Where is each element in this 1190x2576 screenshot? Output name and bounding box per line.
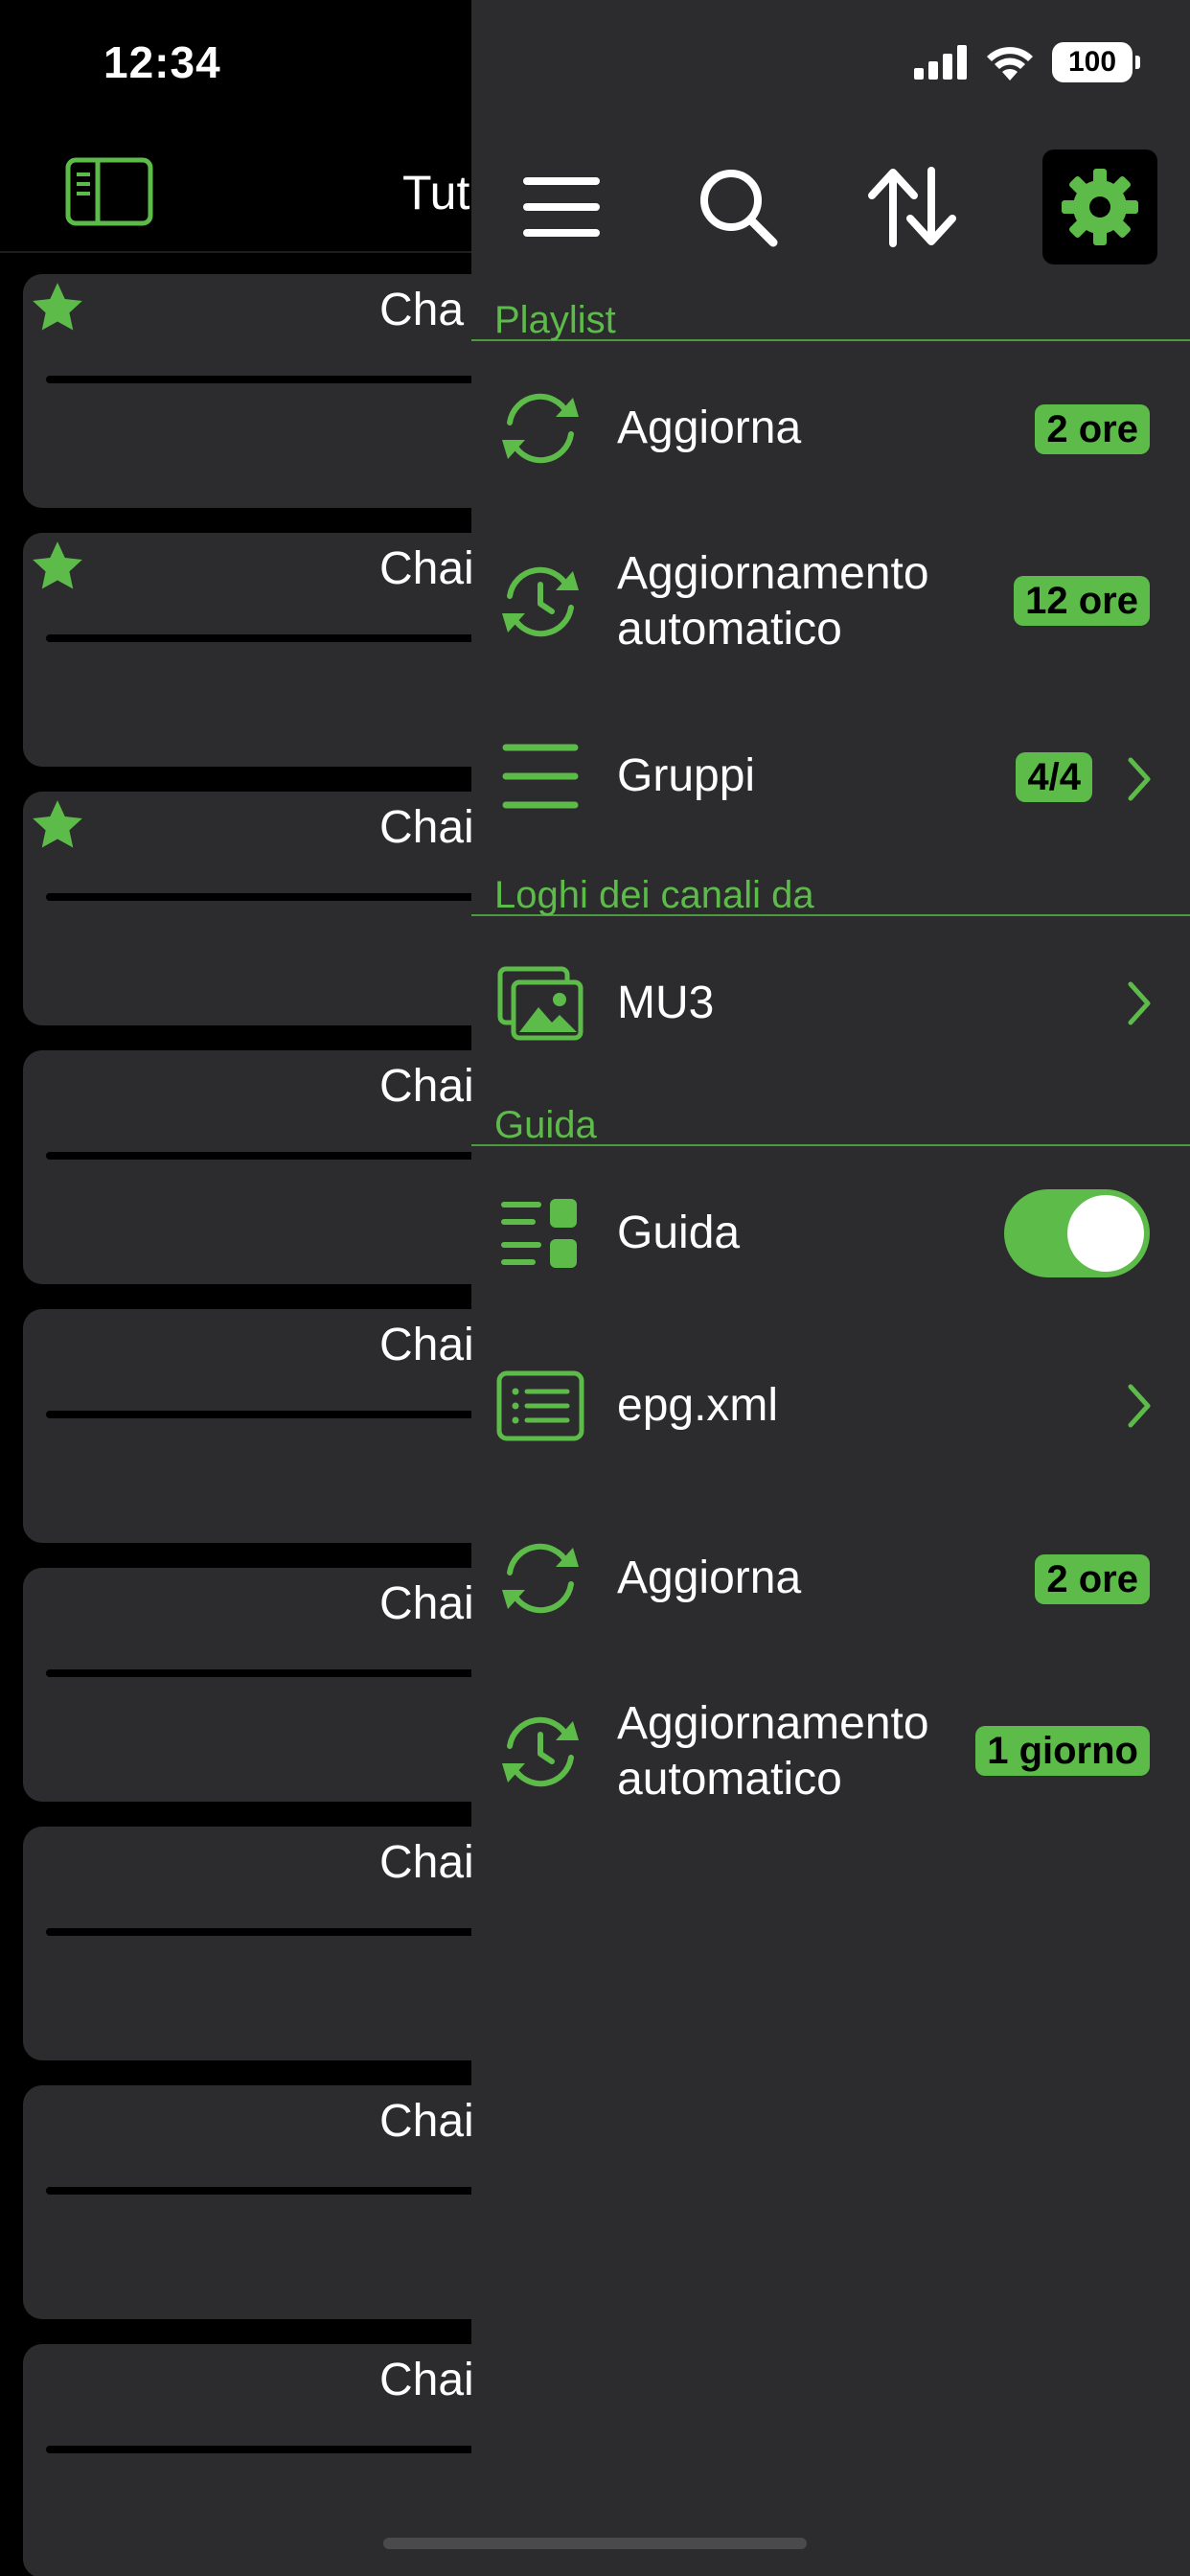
logo-source-row[interactable]: MU3 — [471, 932, 1190, 1075]
menu-button[interactable] — [504, 150, 619, 264]
settings-button[interactable] — [1042, 150, 1157, 264]
channel-name: Chai — [379, 1578, 474, 1629]
favorite-star-icon — [33, 283, 82, 331]
auto-refresh-icon — [496, 558, 584, 646]
row-label: Guida — [617, 1208, 741, 1258]
sidebar-toggle-button[interactable] — [65, 157, 153, 231]
status-time: 12:34 — [103, 37, 221, 87]
refresh-icon — [496, 1534, 584, 1622]
auto-refresh-icon — [496, 1708, 584, 1796]
row-label: MU3 — [617, 978, 715, 1028]
section-header-guide: Guida — [471, 1098, 1190, 1146]
row-label: epg.xml — [617, 1380, 779, 1431]
playlist-groups-row[interactable]: Gruppi 4/4 — [471, 704, 1190, 848]
channel-name: Chai — [379, 1061, 474, 1112]
list-icon — [496, 732, 584, 820]
playlist-refresh-row[interactable]: Aggiorna 2 ore — [471, 356, 1190, 500]
guide-refresh-row[interactable]: Aggiorna 2 ore — [471, 1506, 1190, 1650]
count-badge: 4/4 — [1016, 752, 1092, 802]
section-title: Playlist — [494, 299, 616, 341]
favorite-star-icon — [33, 541, 82, 589]
home-indicator — [383, 2538, 807, 2549]
settings-drawer: Playlist Aggiorna 2 ore Aggiornamento au… — [471, 0, 1190, 2576]
chevron-right-icon — [1128, 981, 1151, 1025]
channel-name: Chai — [379, 1837, 474, 1888]
interval-badge: 1 giorno — [975, 1726, 1150, 1776]
row-label: Aggiornamento automatico — [617, 546, 929, 657]
sort-icon — [868, 167, 956, 247]
row-label: Aggiorna — [617, 1552, 802, 1603]
favorite-star-icon — [33, 800, 82, 848]
refresh-icon — [496, 384, 584, 472]
row-label-line: Aggiornamento — [617, 1698, 929, 1749]
chevron-right-icon — [1128, 757, 1151, 801]
menu-icon — [523, 177, 600, 237]
row-label-line: Aggiornamento — [617, 548, 929, 599]
guide-file-row[interactable]: epg.xml — [471, 1334, 1190, 1478]
channel-name: Chai — [379, 543, 474, 594]
search-icon — [700, 170, 778, 247]
interval-badge: 2 ore — [1035, 404, 1150, 454]
row-label: Aggiornamento automatico — [617, 1696, 929, 1807]
chevron-right-icon — [1128, 1384, 1151, 1428]
channel-name: Chai — [379, 2355, 474, 2405]
interval-badge: 2 ore — [1035, 1554, 1150, 1604]
drawer-toolbar — [471, 144, 1190, 268]
guide-auto-refresh-row[interactable]: Aggiornamento automatico 1 giorno — [471, 1668, 1190, 1835]
sort-button[interactable] — [855, 150, 970, 264]
section-header-logos: Loghi dei canali da — [471, 868, 1190, 916]
search-button[interactable] — [680, 150, 795, 264]
row-label: Aggiorna — [617, 402, 802, 453]
row-label-line: automatico — [617, 604, 842, 655]
interval-badge: 12 ore — [1014, 576, 1150, 626]
guide-list-icon — [496, 1189, 584, 1277]
row-label: Gruppi — [617, 750, 756, 801]
channel-name: Chai — [379, 2096, 474, 2147]
row-label-line: automatico — [617, 1754, 842, 1805]
channel-name: Cha — [379, 285, 465, 335]
guide-toggle-row: Guida — [471, 1162, 1190, 1305]
channel-name: Chai — [379, 1320, 474, 1370]
section-header-playlist: Playlist — [471, 293, 1190, 341]
photos-icon — [496, 959, 584, 1047]
channel-name: Chai — [379, 802, 474, 853]
sidebar-icon — [65, 157, 153, 226]
toggle-knob — [1067, 1195, 1144, 1272]
gear-icon — [1062, 169, 1138, 245]
guide-toggle-switch[interactable] — [1004, 1189, 1150, 1277]
document-list-icon — [496, 1362, 584, 1450]
playlist-auto-refresh-row[interactable]: Aggiornamento automatico 12 ore — [471, 518, 1190, 685]
section-title: Loghi dei canali da — [494, 874, 814, 916]
section-title: Guida — [494, 1104, 597, 1146]
main-title: Tut — [402, 166, 470, 219]
